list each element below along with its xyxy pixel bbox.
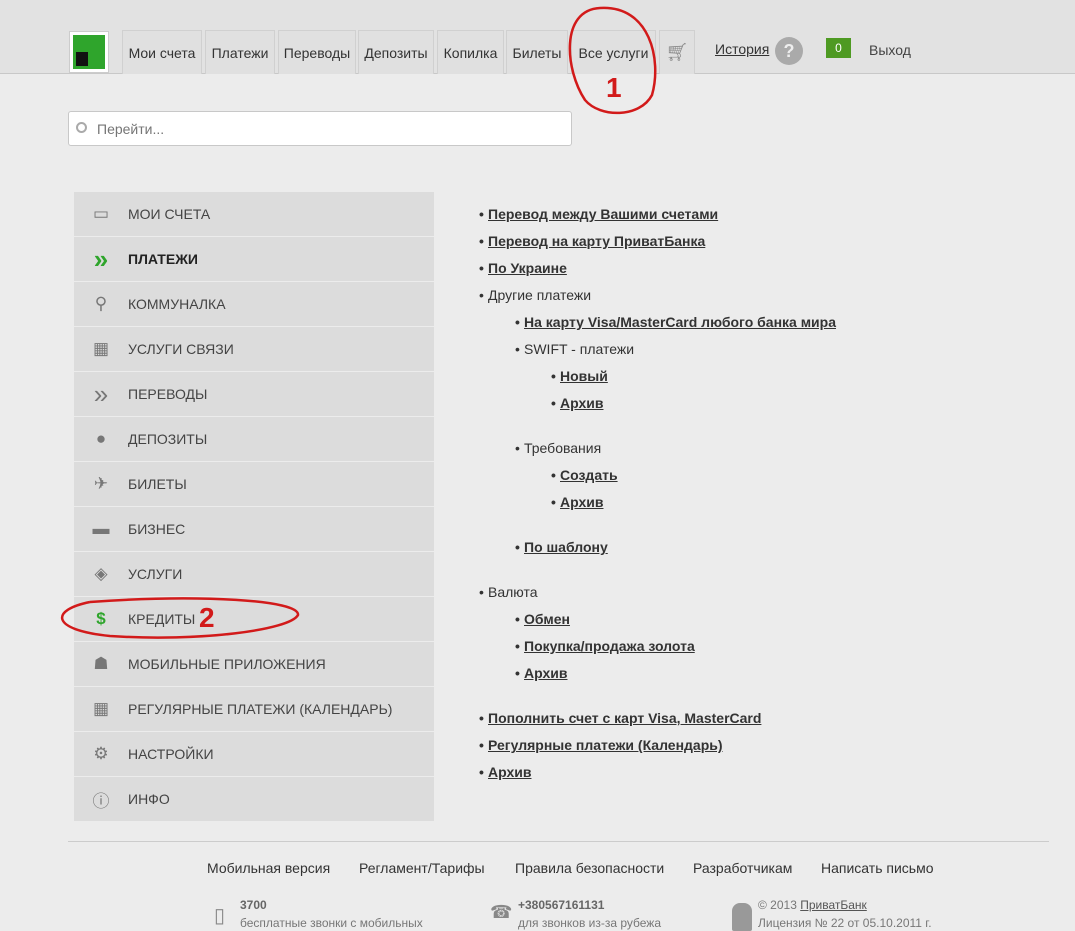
annotation-marks (61, 6, 657, 639)
annotation-2: 2 (199, 602, 215, 633)
annotation-1: 1 (606, 72, 622, 103)
